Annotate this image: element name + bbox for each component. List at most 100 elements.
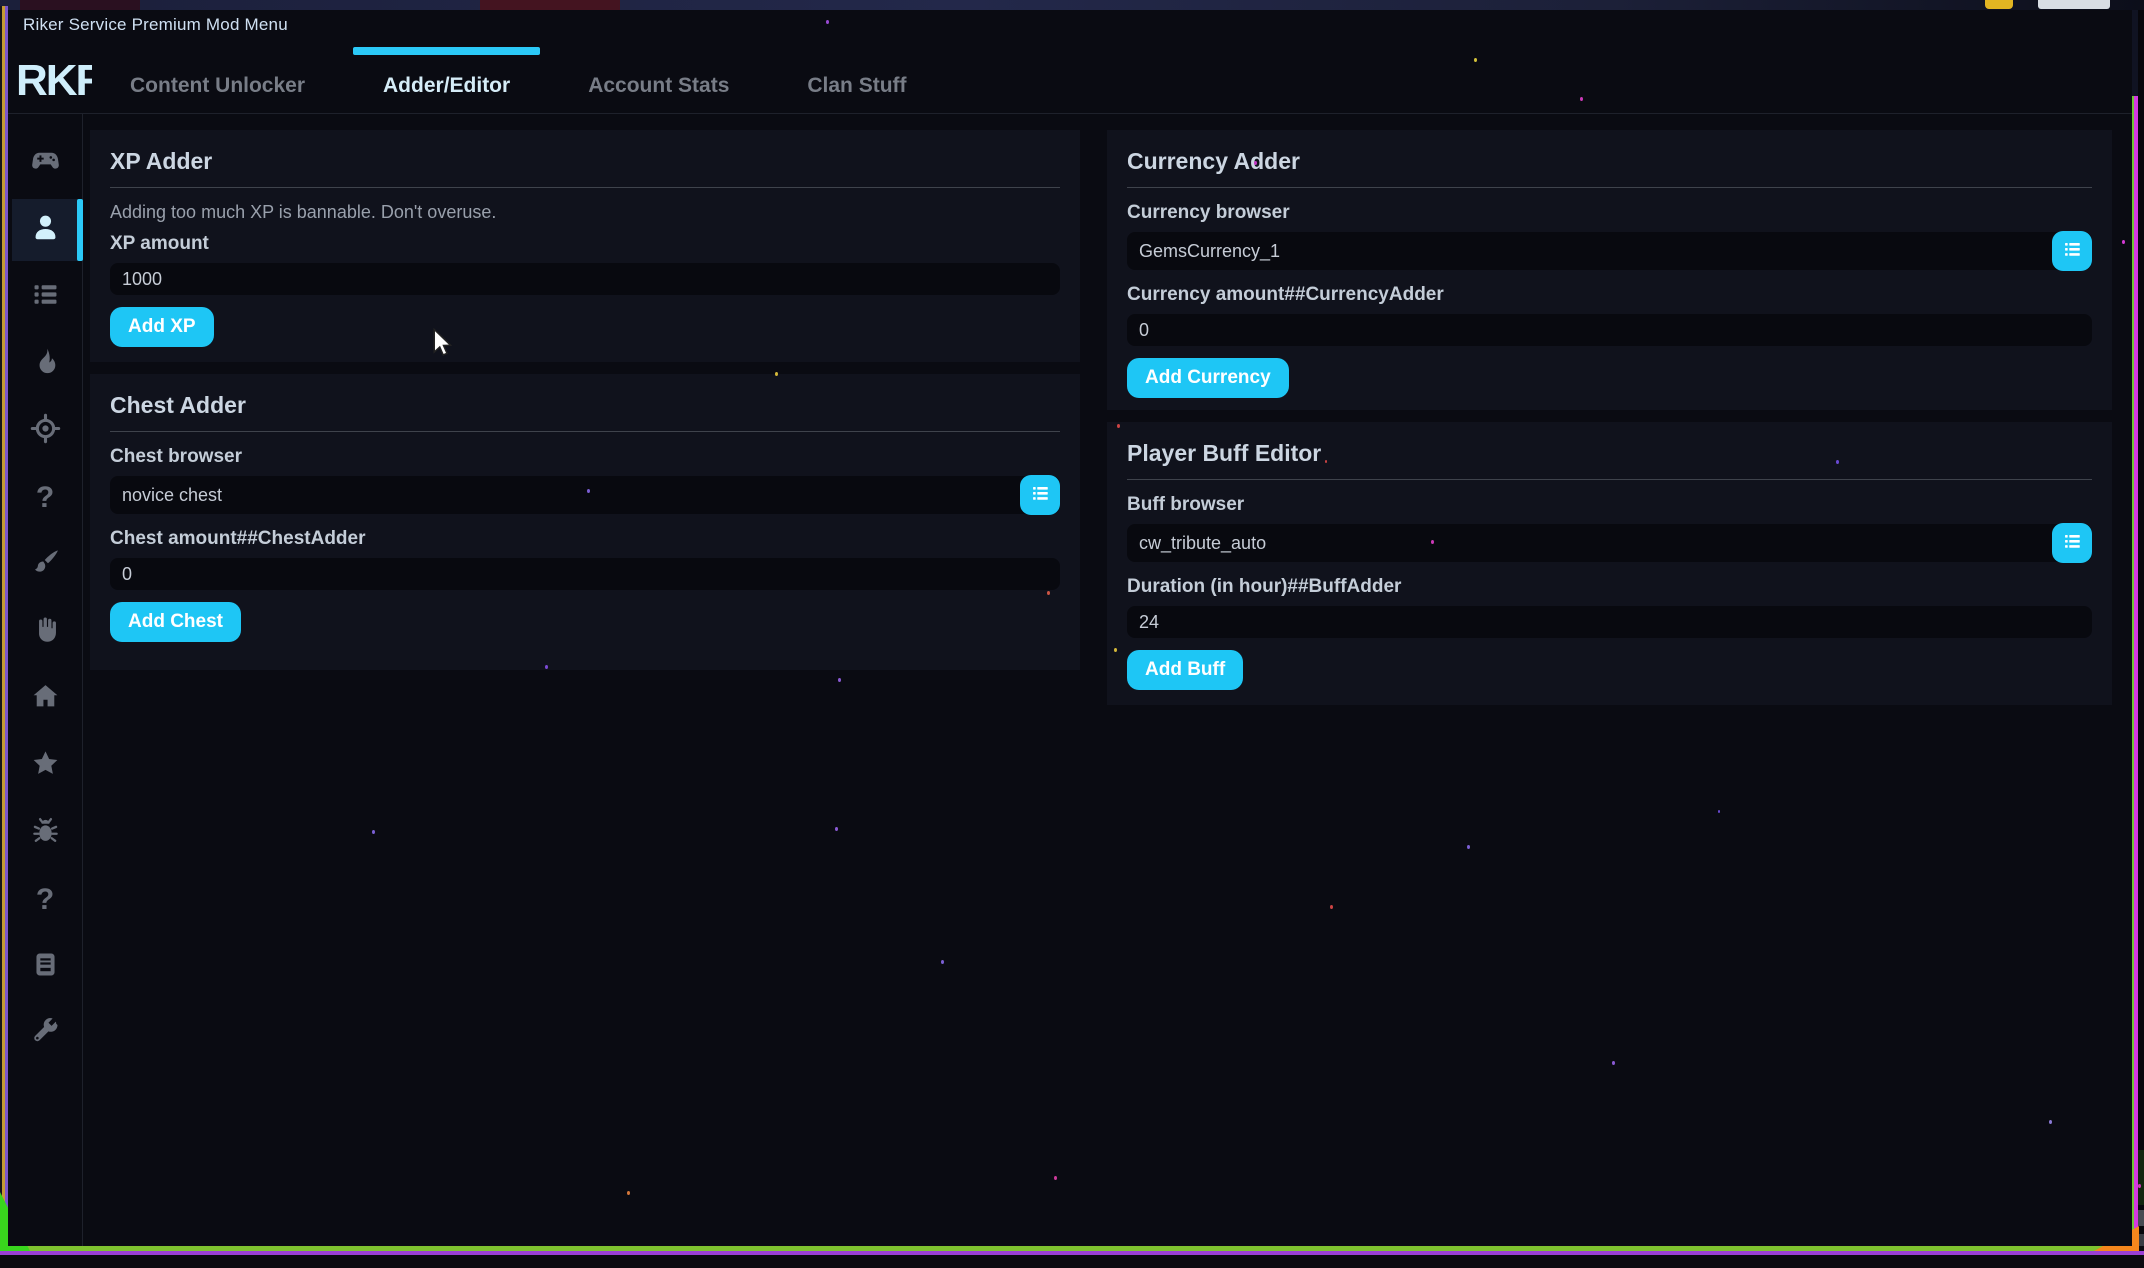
hand-icon	[30, 614, 61, 650]
sidebar-item-journal[interactable]	[12, 936, 78, 998]
divider	[110, 431, 1060, 432]
wrench-icon	[30, 1016, 61, 1052]
xp-amount-label: XP amount	[110, 233, 1060, 255]
buff-browser-label: Buff browser	[1127, 494, 2092, 516]
game-artifact	[480, 0, 620, 10]
sidebar-item-gamepad[interactable]	[12, 132, 78, 194]
currency-browser-input[interactable]	[1127, 232, 2092, 270]
particle-dot	[587, 489, 590, 493]
bug-icon	[30, 815, 61, 851]
chest-browser-list-button[interactable]	[1020, 475, 1060, 515]
panel-chest-adder: Chest Adder Chest browser Chest amount##…	[90, 374, 1080, 670]
screen: { "window": { "title": "Riker Service Pr…	[0, 0, 2144, 1268]
divider	[1127, 479, 2092, 480]
sidebar-item-player[interactable]	[12, 199, 78, 261]
currency-browser-label: Currency browser	[1127, 202, 2092, 224]
chest-amount-input[interactable]	[110, 558, 1060, 590]
xp-amount-input[interactable]	[110, 263, 1060, 295]
game-artifact	[20, 0, 140, 10]
currency-browser-list-button[interactable]	[2052, 231, 2092, 271]
list-icon	[2062, 239, 2083, 263]
particle-dot	[838, 678, 841, 682]
sidebar-item-star[interactable]	[12, 735, 78, 797]
sidebar-item-help[interactable]: ?	[12, 467, 78, 529]
particle-dot	[1117, 424, 1120, 428]
chest-amount-label: Chest amount##ChestAdder	[110, 528, 1060, 550]
question-icon: ?	[36, 885, 54, 915]
particle-dot	[1254, 161, 1257, 165]
sidebar-item-paintbrush[interactable]	[12, 534, 78, 596]
chest-browser-row	[110, 476, 1060, 514]
window-border-magenta	[2134, 96, 2138, 1268]
background-game-top-strip	[0, 0, 2144, 10]
add-currency-button[interactable]: Add Currency	[1127, 358, 1289, 398]
tab-adder-editor[interactable]: Adder/Editor	[349, 40, 544, 113]
panel-player-buff-editor: Player Buff Editor Buff browser Duration…	[1107, 422, 2112, 705]
tab-account-stats[interactable]: Account Stats	[554, 40, 763, 113]
journal-icon	[30, 949, 61, 985]
sidebar: ? ?	[8, 114, 83, 1246]
add-xp-button[interactable]: Add XP	[110, 307, 214, 347]
background-game-right-strip	[2138, 10, 2144, 1268]
particle-dot	[627, 1191, 630, 1195]
chest-browser-input[interactable]	[110, 476, 1060, 514]
panel-title: Chest Adder	[110, 392, 1060, 419]
game-artifact	[1985, 0, 2013, 9]
particle-dot	[826, 20, 829, 24]
sidebar-item-wrench[interactable]	[12, 1003, 78, 1065]
titlebar: Riker Service Premium Mod Menu	[8, 10, 2132, 40]
question-icon: ?	[36, 483, 54, 513]
logo: RKR	[16, 55, 92, 107]
add-chest-button[interactable]: Add Chest	[110, 602, 241, 642]
window-border-bottom-purple	[0, 1251, 2144, 1255]
particle-dot	[775, 372, 778, 376]
chest-browser-label: Chest browser	[110, 446, 1060, 468]
buff-browser-list-button[interactable]	[2052, 523, 2092, 563]
panel-title: XP Adder	[110, 148, 1060, 175]
particle-dot	[2122, 240, 2125, 244]
flame-icon	[30, 346, 61, 382]
tab-clan-stuff[interactable]: Clan Stuff	[773, 40, 940, 113]
particle-dot	[372, 830, 375, 834]
list-icon	[1030, 483, 1051, 507]
sidebar-item-list[interactable]	[12, 266, 78, 328]
particle-dot	[1474, 58, 1477, 62]
active-sidebar-indicator	[77, 199, 83, 261]
active-tab-indicator	[353, 47, 540, 55]
target-icon	[30, 413, 61, 449]
particle-dot	[835, 827, 838, 831]
tab-bar: Content Unlocker Adder/Editor Account St…	[96, 40, 941, 113]
particle-dot	[941, 960, 944, 964]
buff-duration-input[interactable]	[1127, 606, 2092, 638]
currency-amount-label: Currency amount##CurrencyAdder	[1127, 284, 2092, 306]
panel-title: Currency Adder	[1127, 148, 2092, 175]
particle-dot	[1467, 845, 1470, 849]
sidebar-item-home[interactable]	[12, 668, 78, 730]
mod-menu-window: Riker Service Premium Mod Menu RKR Conte…	[8, 10, 2132, 1246]
game-artifact	[2038, 0, 2110, 9]
star-icon	[30, 748, 61, 784]
sidebar-item-flame[interactable]	[12, 333, 78, 395]
particle-dot	[1325, 460, 1327, 463]
particle-dot	[1580, 97, 1583, 101]
particle-dot	[1718, 810, 1720, 813]
currency-browser-row	[1127, 232, 2092, 270]
sidebar-item-help-2[interactable]: ?	[12, 869, 78, 931]
sidebar-item-hand[interactable]	[12, 601, 78, 663]
particle-dot	[545, 665, 548, 669]
sidebar-item-target[interactable]	[12, 400, 78, 462]
sidebar-item-bug[interactable]	[12, 802, 78, 864]
currency-amount-input[interactable]	[1127, 314, 2092, 346]
buff-browser-input[interactable]	[1127, 524, 2092, 562]
add-buff-button[interactable]: Add Buff	[1127, 650, 1243, 690]
window-title: Riker Service Premium Mod Menu	[23, 15, 288, 35]
home-icon	[30, 681, 61, 717]
particle-dot	[1114, 648, 1117, 652]
tab-content-unlocker[interactable]: Content Unlocker	[96, 40, 339, 113]
particle-dot	[1054, 1176, 1057, 1180]
header: RKR Content Unlocker Adder/Editor Accoun…	[8, 40, 2132, 114]
gamepad-icon	[30, 145, 61, 181]
divider	[110, 187, 1060, 188]
particle-dot	[2049, 1120, 2052, 1124]
particle-dot	[1612, 1061, 1615, 1065]
